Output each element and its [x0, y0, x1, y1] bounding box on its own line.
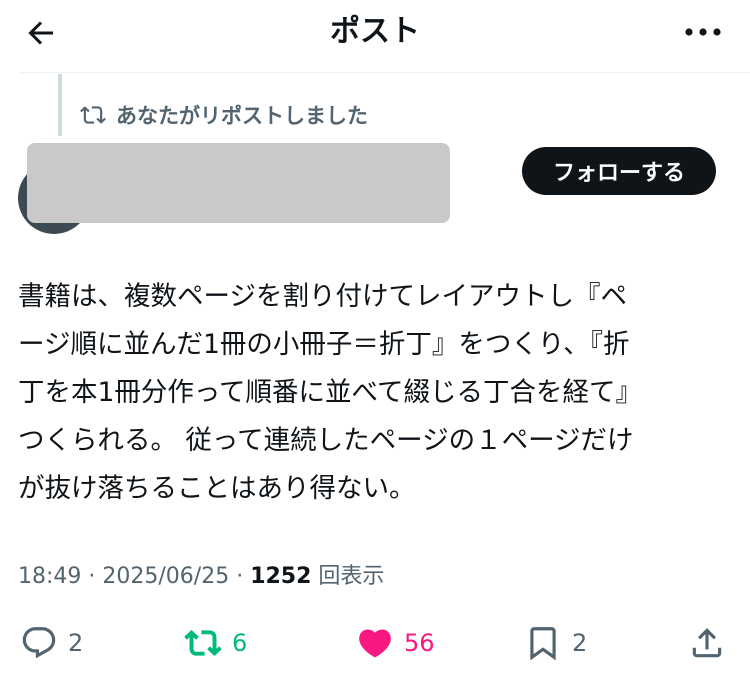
- post-text: 書籍は、複数ページを割り付けてレイアウトし『ペ ージ順に並んだ1冊の小冊子＝折丁…: [18, 273, 733, 513]
- reply-count: 2: [68, 629, 84, 657]
- views-count: 1252: [250, 564, 312, 589]
- more-dots-icon: [685, 28, 721, 36]
- post-text-line: つくられる。 従って連続したページの１ページだけ: [18, 425, 634, 456]
- repost-button[interactable]: 6: [184, 618, 247, 668]
- meta-separator: ·: [81, 564, 103, 589]
- header-divider: [20, 72, 750, 73]
- bookmark-button[interactable]: 2: [524, 618, 587, 668]
- share-icon: [692, 628, 722, 658]
- repost-context-text: あなたがリポストしました: [116, 104, 368, 128]
- like-button[interactable]: 56: [356, 618, 435, 668]
- bookmark-icon: [530, 627, 556, 661]
- post-meta: 18:49 · 2025/06/25 · 1252 回表示: [18, 560, 384, 594]
- repost-icon: [184, 630, 222, 656]
- author-name-redacted: [27, 143, 450, 223]
- share-button[interactable]: [688, 618, 736, 668]
- follow-button[interactable]: フォローする: [522, 147, 716, 195]
- more-options-button[interactable]: [678, 14, 728, 50]
- page-title: ポスト: [330, 14, 420, 49]
- post-time[interactable]: 18:49: [18, 564, 81, 589]
- repost-context[interactable]: あなたがリポストしました: [80, 100, 368, 130]
- meta-separator: ·: [229, 564, 251, 589]
- views-label: 回表示: [311, 564, 385, 589]
- bookmark-count: 2: [572, 629, 588, 657]
- post-text-line: 書籍は、複数ページを割り付けてレイアウトし『ペ: [18, 281, 627, 312]
- repost-icon: [80, 106, 106, 124]
- post-date[interactable]: 2025/06/25: [102, 564, 229, 589]
- post-text-line: が抜け落ちることはあり得ない。: [18, 473, 416, 504]
- repost-count: 6: [232, 629, 248, 657]
- thread-line: [58, 74, 62, 136]
- reply-icon: [22, 627, 56, 659]
- action-bar: 2 6 56 2: [0, 618, 750, 668]
- heart-icon: [359, 629, 391, 658]
- reply-button[interactable]: 2: [20, 618, 83, 668]
- like-count: 56: [404, 629, 435, 657]
- post-text-line: 丁を本1冊分作って順番に並べて綴じる丁合を経て』: [18, 377, 642, 408]
- top-bar: ポスト: [0, 0, 750, 70]
- post-text-line: ージ順に並んだ1冊の小冊子＝折丁』をつくり、『折: [18, 329, 630, 360]
- follow-button-label: フォローする: [552, 161, 685, 186]
